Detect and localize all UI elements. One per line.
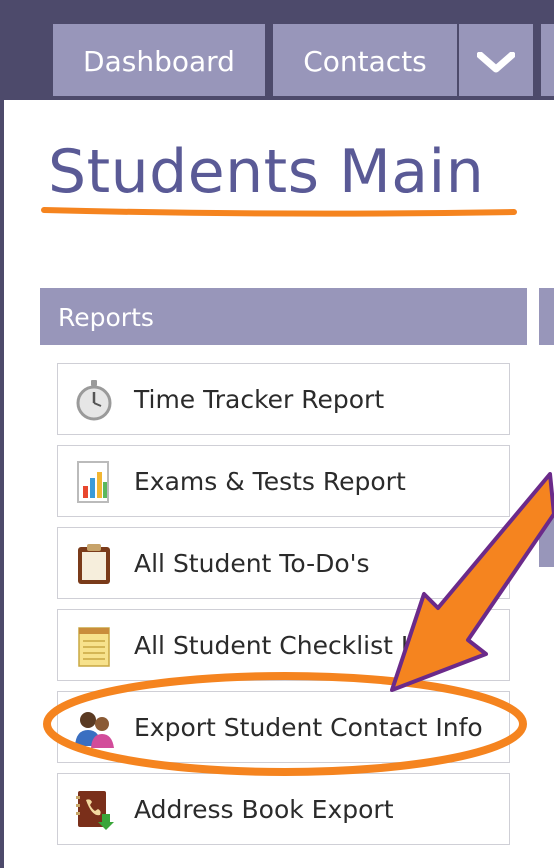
page-title: Students Main: [48, 137, 485, 207]
report-time-tracker[interactable]: Time Tracker Report: [57, 363, 510, 435]
report-label: Exams & Tests Report: [134, 467, 406, 496]
tab-overflow[interactable]: [541, 24, 554, 96]
left-edge-border: [0, 100, 4, 868]
stopwatch-icon: [76, 380, 112, 421]
pointer-arrow-annotation: [390, 472, 554, 692]
report-label: Time Tracker Report: [134, 385, 385, 414]
reports-section-header: Reports: [40, 288, 527, 345]
clipboard-icon: [78, 544, 110, 584]
report-label: All Student To-Do's: [134, 549, 370, 578]
notepad-icon: [78, 627, 110, 667]
report-address-book-export[interactable]: Address Book Export: [57, 773, 510, 845]
tab-more-dropdown[interactable]: [459, 24, 533, 96]
tab-contacts[interactable]: Contacts: [273, 24, 457, 96]
adjacent-panel-header: [539, 288, 554, 345]
title-underline-annotation: [41, 207, 517, 217]
chevron-down-icon: [477, 52, 515, 73]
report-label: Address Book Export: [134, 795, 394, 824]
address-book-export-icon: [76, 791, 114, 830]
tab-dashboard[interactable]: Dashboard: [53, 24, 265, 96]
bar-chart-document-icon: [77, 461, 109, 503]
